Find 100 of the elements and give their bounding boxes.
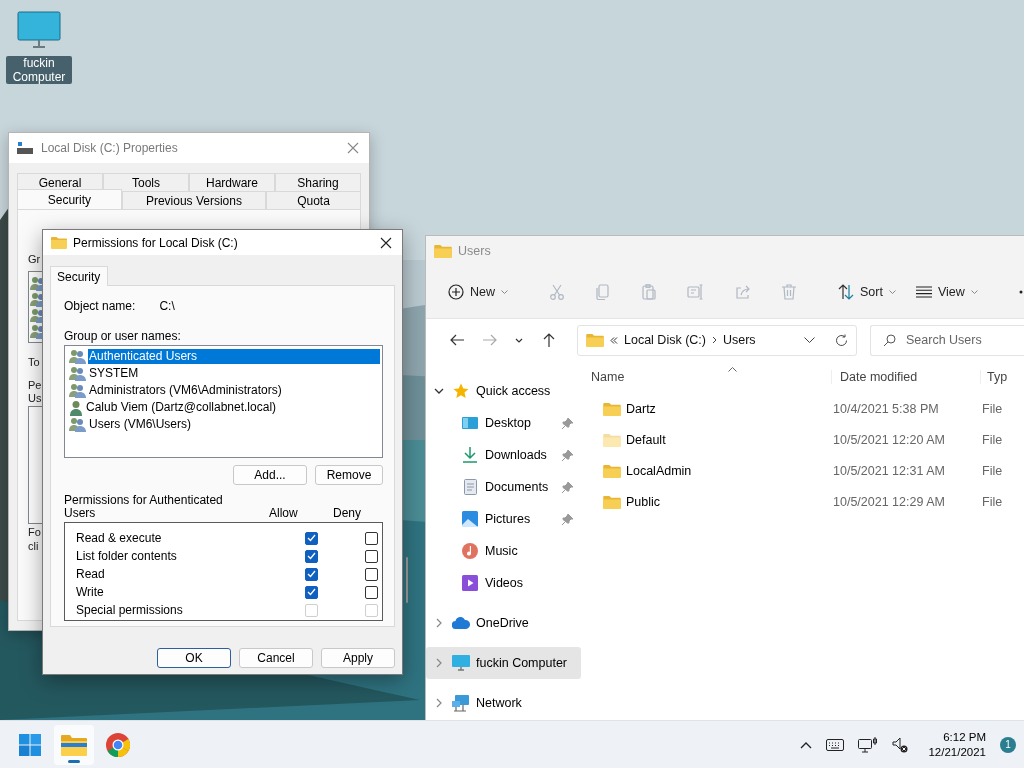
browser-icon[interactable] xyxy=(106,732,130,757)
pin-icon xyxy=(562,481,573,493)
wired-network-icon[interactable] xyxy=(858,736,879,753)
file-name[interactable]: LocalAdmin xyxy=(626,463,692,478)
breadcrumb[interactable]: Users xyxy=(722,333,756,347)
document-icon xyxy=(463,479,477,495)
sidebar-item[interactable]: Music xyxy=(485,544,518,558)
keyboard-icon[interactable] xyxy=(826,738,845,751)
sort-button[interactable]: Sort xyxy=(828,277,906,307)
pin-icon xyxy=(562,513,573,525)
caret-icon xyxy=(970,290,978,294)
checkbox[interactable] xyxy=(364,567,378,581)
checkbox[interactable] xyxy=(304,567,318,581)
chevron-right-icon[interactable] xyxy=(436,658,442,668)
user-icon xyxy=(69,399,83,416)
muted-speaker-icon[interactable] xyxy=(892,736,909,753)
cloud-icon xyxy=(452,617,470,629)
tab[interactable]: Tools xyxy=(103,173,189,191)
address-bar[interactable]: Local Disk (C:) Users xyxy=(577,324,857,356)
checkbox[interactable] xyxy=(304,549,318,563)
checkbox[interactable] xyxy=(364,531,378,545)
label-text: Us xyxy=(28,392,42,405)
back-arrow-icon[interactable] xyxy=(449,334,464,346)
permission-label: Read xyxy=(75,567,106,581)
file-name[interactable]: Default xyxy=(626,432,666,447)
checkbox[interactable] xyxy=(304,531,318,545)
column-header[interactable]: Typ xyxy=(987,370,1008,384)
list-item[interactable]: Users (VM6\Users) xyxy=(88,417,192,432)
dialog-button[interactable]: Cancel xyxy=(239,648,313,668)
download-icon xyxy=(463,447,477,463)
column-header: Deny xyxy=(333,506,361,520)
star-icon xyxy=(453,383,469,399)
notification-badge[interactable]: 1 xyxy=(1000,736,1016,753)
network-icon xyxy=(452,694,470,712)
chevron-down-icon[interactable] xyxy=(515,337,523,343)
folder-icon xyxy=(603,463,621,478)
file-name[interactable]: Dartz xyxy=(626,401,656,416)
list-item[interactable]: Administrators (VM6\Administrators) xyxy=(88,383,283,398)
refresh-icon[interactable] xyxy=(835,333,848,347)
chevron-right-icon[interactable] xyxy=(436,698,442,708)
start-icon[interactable] xyxy=(19,733,41,756)
tab[interactable]: Sharing xyxy=(275,173,361,191)
sidebar-item[interactable]: Videos xyxy=(485,576,523,590)
dialog-button[interactable]: Apply xyxy=(321,648,395,668)
file-type: File xyxy=(981,432,1004,447)
clock-date[interactable]: 12/21/2021 xyxy=(928,744,986,760)
sidebar-item[interactable]: Documents xyxy=(485,480,549,494)
file-name[interactable]: Public xyxy=(626,494,661,509)
double-chevron-icon xyxy=(610,336,618,344)
drive-icon xyxy=(17,142,33,154)
field-label: Object name: xyxy=(64,299,136,313)
chevron-down-icon[interactable] xyxy=(804,337,815,343)
folder-icon[interactable] xyxy=(61,733,87,756)
view-button[interactable]: View xyxy=(905,277,988,307)
chevron-down-icon[interactable] xyxy=(434,388,444,394)
checkbox[interactable] xyxy=(364,549,378,563)
column-header[interactable]: Name xyxy=(591,370,831,384)
search-field[interactable]: Search Users xyxy=(870,324,1024,356)
tab[interactable]: Previous Versions xyxy=(121,191,266,209)
video-icon xyxy=(462,575,478,591)
more-icon[interactable] xyxy=(1018,290,1023,294)
list-button[interactable]: Remove xyxy=(315,465,383,485)
tab[interactable]: Security xyxy=(50,266,109,286)
tab[interactable]: Security xyxy=(17,189,122,210)
scrollbar-thumb[interactable] xyxy=(406,557,408,603)
list-item[interactable]: Calub Viem (Dartz@collabnet.local) xyxy=(85,400,278,415)
monitor-icon[interactable] xyxy=(17,10,61,50)
sidebar-item[interactable]: Downloads xyxy=(485,448,547,462)
window-title: Users xyxy=(458,244,491,258)
new-button[interactable]: New xyxy=(438,277,518,307)
list-label: Group or user names: xyxy=(64,329,181,343)
checkbox[interactable] xyxy=(304,585,318,599)
tab[interactable]: Quota xyxy=(265,191,361,209)
sidebar-item[interactable]: Desktop xyxy=(485,416,531,430)
file-type: File xyxy=(981,463,1004,478)
dialog-button[interactable]: OK xyxy=(157,648,231,668)
group-icon xyxy=(69,349,86,364)
desktop-icon-label[interactable]: fuckin Computer xyxy=(6,56,72,84)
folder-icon xyxy=(51,236,67,249)
chevron-right-icon[interactable] xyxy=(436,618,442,628)
permission-label: Read & execute xyxy=(75,531,163,545)
desktop-icon xyxy=(462,416,478,430)
picture-icon xyxy=(462,511,478,527)
checkbox[interactable] xyxy=(364,585,378,599)
up-arrow-icon[interactable] xyxy=(542,333,555,347)
sidebar-item[interactable]: Network xyxy=(476,696,522,710)
chevron-up-icon[interactable] xyxy=(800,740,813,749)
column-header[interactable]: Date modified xyxy=(840,370,918,384)
window-title: Local Disk (C:) Properties xyxy=(41,141,178,155)
tab[interactable]: Hardware xyxy=(189,173,275,191)
sidebar-item[interactable]: Quick access xyxy=(476,384,551,398)
sidebar-item[interactable]: Pictures xyxy=(485,512,531,526)
list-item[interactable]: Authenticated Users xyxy=(88,349,380,364)
label-text: Gr xyxy=(28,253,41,266)
list-button[interactable]: Add... xyxy=(233,465,307,485)
chevron-right-icon xyxy=(711,336,717,344)
breadcrumb[interactable]: Local Disk (C:) xyxy=(624,333,706,347)
clock-time[interactable]: 6:12 PM xyxy=(943,729,986,745)
list-item[interactable]: SYSTEM xyxy=(88,366,140,381)
sidebar-item[interactable]: OneDrive xyxy=(476,616,529,630)
